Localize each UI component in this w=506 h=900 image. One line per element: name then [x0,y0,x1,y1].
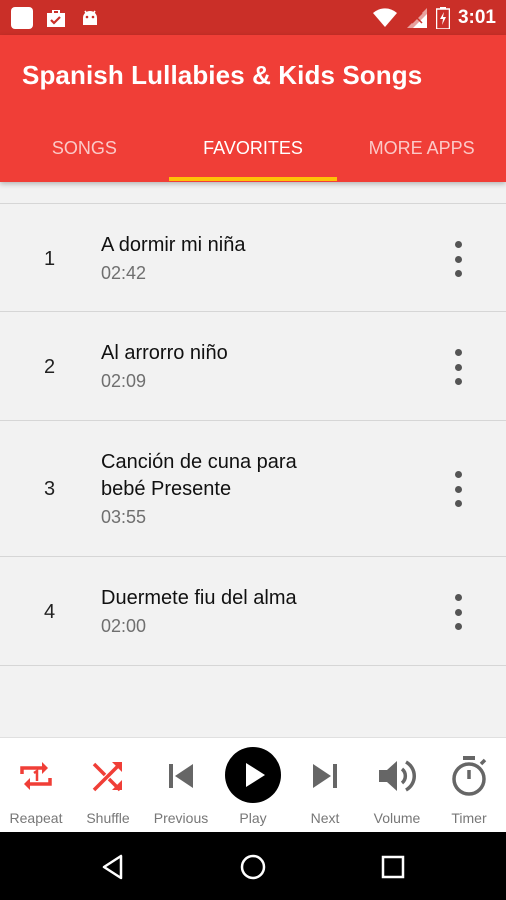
home-icon[interactable] [236,850,270,884]
more-options-icon[interactable] [452,471,464,507]
song-duration: 02:00 [101,616,147,636]
volume-button[interactable]: Volume [361,738,433,833]
timer-button[interactable]: Timer [433,738,505,833]
play-button[interactable]: Play [217,738,289,833]
timer-label: Timer [451,810,487,826]
wifi-icon [372,8,397,27]
android-icon [83,10,97,25]
song-title: Al arrorro niño [101,342,228,364]
signal-icon [406,8,427,28]
system-nav-bar [0,832,506,900]
app-bar: Spanish Lullabies & Kids Songs SONGS FAV… [0,35,506,182]
app-square-icon [11,7,33,29]
player-controls: Reapeat Shuffle Previous Play Next Volum… [0,737,506,832]
back-icon[interactable] [96,850,130,884]
tab-more-apps[interactable]: MORE APPS [337,130,506,182]
briefcase-check-icon [47,10,65,27]
clock: 3:01 [457,7,496,28]
timer-icon [447,754,491,798]
more-options-icon[interactable] [452,594,464,630]
song-duration: 02:42 [101,263,147,283]
app-title: Spanish Lullabies & Kids Songs [22,60,423,90]
song-number: 4 [44,601,56,623]
next-label: Next [310,810,340,826]
next-button[interactable]: Next [289,738,361,833]
list-item[interactable]: 2 Al arrorro niño 02:09 [0,312,506,421]
tab-indicator [169,177,337,181]
repeat-button[interactable]: Reapeat [0,738,72,833]
shuffle-label: Shuffle [86,810,130,826]
play-icon [224,746,282,804]
recents-icon[interactable] [376,850,410,884]
song-duration: 03:55 [101,507,147,527]
song-number: 1 [44,248,56,270]
list-item[interactable]: 1 A dormir mi niña 02:42 [0,203,506,312]
song-title: Duermete fiu del alma [101,587,297,609]
song-number: 3 [44,478,56,500]
list-item[interactable]: 3 Canción de cuna para bebé Presente 03:… [0,421,506,557]
volume-label: Volume [373,810,421,826]
more-options-icon[interactable] [452,241,464,277]
shuffle-button[interactable]: Shuffle [72,738,144,833]
battery-charging-icon [435,7,450,29]
skip-next-icon [303,754,347,798]
system-icons: 3:01 [372,6,496,30]
repeat-one-icon [14,754,58,798]
repeat-label: Reapeat [9,810,63,826]
previous-label: Previous [153,810,209,826]
favorites-list: 1 A dormir mi niña 02:42 2 Al arrorro ni… [0,203,506,666]
tab-bar: SONGS FAVORITES MORE APPS [0,130,506,182]
list-item[interactable]: 4 Duermete fiu del alma 02:00 [0,557,506,666]
notification-icons [10,6,102,30]
volume-icon [375,754,419,798]
song-duration: 02:09 [101,371,147,391]
previous-button[interactable]: Previous [145,738,217,833]
song-number: 2 [44,356,56,378]
skip-previous-icon [159,754,203,798]
song-title: Canción de cuna para bebé Presente [101,451,297,500]
tab-favorites[interactable]: FAVORITES [169,130,338,182]
more-options-icon[interactable] [452,349,464,385]
tab-songs[interactable]: SONGS [0,130,169,182]
shuffle-icon [86,754,130,798]
status-bar: 3:01 [0,0,506,35]
song-title: A dormir mi niña [101,234,246,256]
play-label: Play [239,810,267,826]
